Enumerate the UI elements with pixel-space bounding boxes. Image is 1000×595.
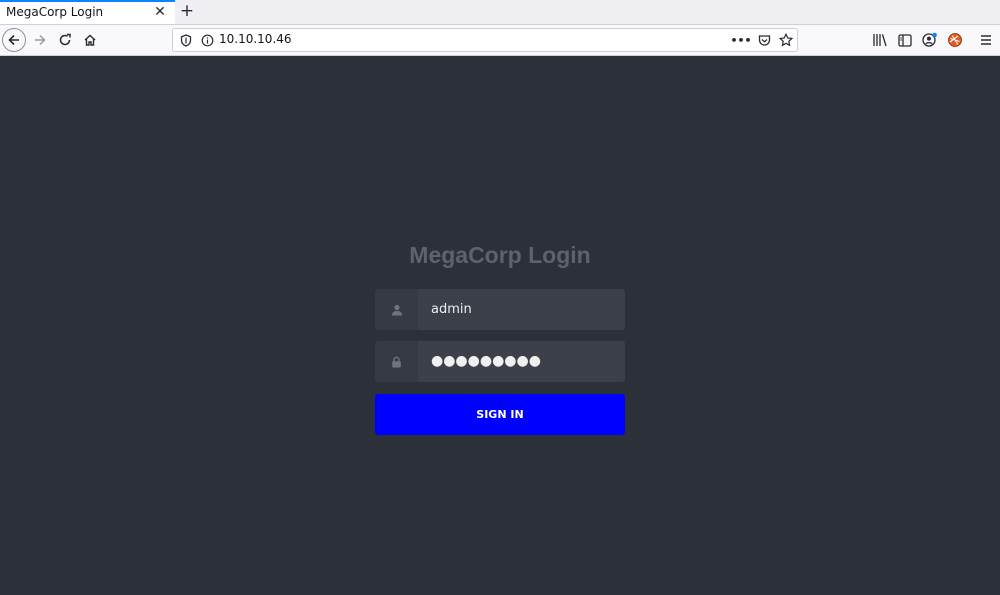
reload-icon[interactable] [53,28,77,52]
sign-in-button[interactable]: SIGN IN [375,394,625,435]
star-icon[interactable] [778,32,794,48]
tracking-shield-icon[interactable] [178,32,194,48]
home-icon[interactable] [78,28,102,52]
username-field[interactable]: admin [375,289,625,330]
url-text[interactable]: 10.10.10.46 [219,32,292,46]
tab-title: MegaCorp Login [6,5,104,19]
username-input[interactable]: admin [418,289,625,330]
login-title: MegaCorp Login [409,242,591,268]
pocket-icon[interactable] [756,32,772,48]
password-input[interactable]: ●●●●●●●●● [418,341,625,382]
url-bar[interactable]: 10.10.10.46 ••• [172,28,798,52]
page-content: MegaCorp Login admin ●●●●●●●●● SIGN IN [0,56,1000,595]
navigation-toolbar: 10.10.10.46 ••• [0,25,1000,56]
active-tab[interactable]: MegaCorp Login ✕ [0,0,175,24]
password-field[interactable]: ●●●●●●●●● [375,341,625,382]
forward-arrow-icon[interactable] [28,28,52,52]
page-actions-icon[interactable]: ••• [730,32,751,48]
library-icon[interactable] [871,31,889,49]
info-icon[interactable] [199,32,215,48]
sidebar-icon[interactable] [896,31,914,49]
lock-icon [375,341,418,382]
account-icon[interactable] [921,31,939,49]
back-arrow-icon[interactable] [2,28,26,52]
tab-bar: MegaCorp Login ✕ + [0,0,1000,25]
new-tab-button[interactable]: + [178,1,196,21]
tab-close-icon[interactable]: ✕ [153,4,167,20]
user-icon [375,289,418,330]
extension-icon[interactable] [946,31,964,49]
hamburger-menu-icon[interactable] [977,31,995,49]
